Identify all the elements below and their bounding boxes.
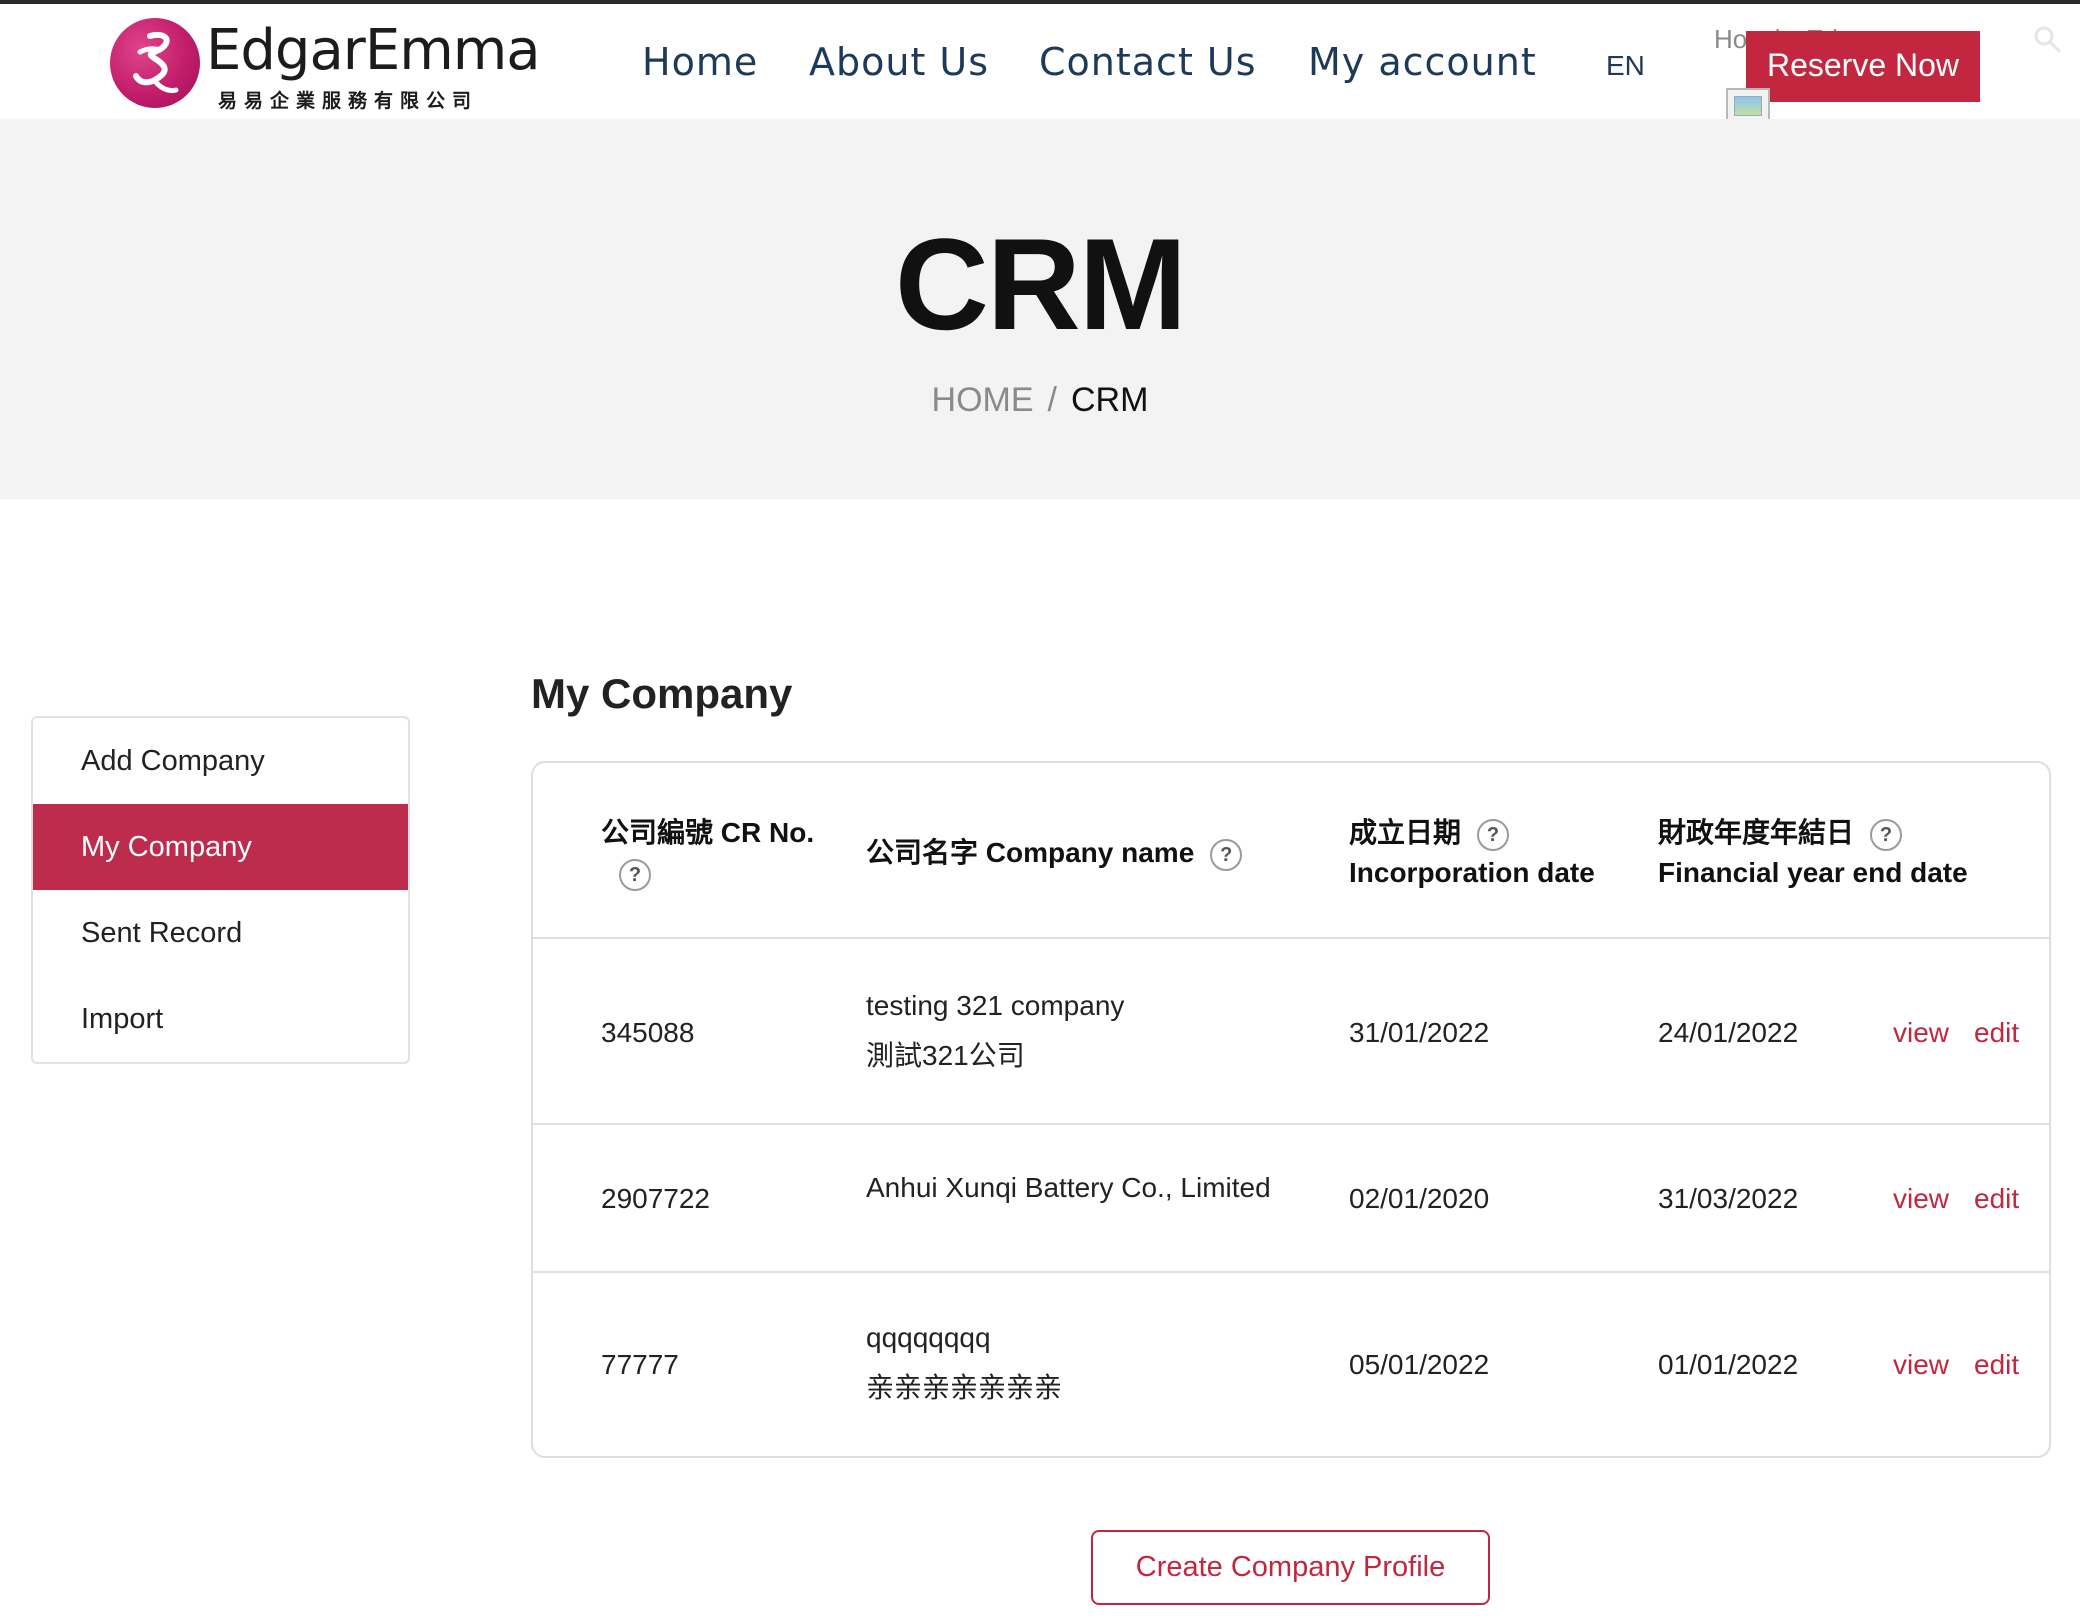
cell-incorporation-date: 02/01/2020 [1349,1183,1490,1214]
cell-company-name: testing 321 company 測試321公司 [866,981,1124,1081]
sidebar-item-import[interactable]: Import [33,976,408,1062]
cell-cr-no: 2907722 [601,1183,711,1214]
cell-company-name: Anhui Xunqi Battery Co., Limited [866,1163,1271,1213]
edit-link[interactable]: edit [1974,1183,2019,1215]
edit-link[interactable]: edit [1974,1349,2019,1381]
company-table: 公司編號 CR No. ? 公司名字 Company name? 成立日期? I… [531,761,2051,1458]
help-icon[interactable]: ? [1210,838,1243,871]
view-link[interactable]: view [1893,1183,1949,1215]
nav-my-account[interactable]: My account [1308,40,1537,84]
table-row: 77777 qqqqqqqq 亲亲亲亲亲亲亲 05/01/2022 01/01/… [533,1273,2049,1456]
language-switcher[interactable]: EN [1606,50,1645,82]
help-icon[interactable]: ? [1870,818,1903,851]
company-name-en: Anhui Xunqi Battery Co., Limited [866,1172,1271,1203]
cell-financial-year-end: 01/01/2022 [1658,1349,1799,1380]
table-row: 2907722 Anhui Xunqi Battery Co., Limited… [533,1125,2049,1273]
sidebar-item-my-company[interactable]: My Company [33,804,408,890]
sidebar-item-add-company[interactable]: Add Company [33,718,408,804]
page-title: CRM [894,211,1187,357]
breadcrumb-home[interactable]: HOME [932,381,1034,419]
help-icon[interactable]: ? [1477,818,1510,851]
cell-incorporation-date: 31/01/2022 [1349,1017,1490,1048]
nav-home[interactable]: Home [642,40,758,84]
create-company-profile-button[interactable]: Create Company Profile [1091,1530,1490,1605]
company-name-en: qqqqqqqq [866,1322,991,1353]
cell-company-name: qqqqqqqq 亲亲亲亲亲亲亲 [866,1313,1062,1413]
cell-cr-no: 77777 [601,1349,679,1380]
breadcrumb-separator: / [1047,381,1057,419]
cell-cr-no: 345088 [601,1017,695,1048]
reserve-now-button[interactable]: Reserve Now [1746,31,1980,102]
sidebar-item-sent-record[interactable]: Sent Record [33,890,408,976]
company-name-zh: 亲亲亲亲亲亲亲 [866,1372,1063,1403]
brand-subtitle: 易易企業服務有限公司 [218,90,479,112]
cell-financial-year-end: 24/01/2022 [1658,1017,1799,1048]
company-name-zh: 測試321公司 [866,1040,1025,1071]
nav-contact-us[interactable]: Contact Us [1039,40,1257,84]
page-hero: CRM HOME / CRM [0,119,2080,499]
edit-link[interactable]: edit [1974,1017,2019,1049]
column-header-company-name: 公司名字 Company name? [866,833,1243,873]
table-header: 公司編號 CR No. ? 公司名字 Company name? 成立日期? I… [533,763,2049,939]
crm-sidebar: Add Company My Company Sent Record Impor… [31,716,410,1064]
section-title: My Company [531,670,793,717]
table-row: 345088 testing 321 company 測試321公司 31/01… [533,939,2049,1125]
column-header-cr-no: 公司編號 CR No. ? [601,813,814,893]
cell-incorporation-date: 05/01/2022 [1349,1349,1490,1380]
breadcrumb: HOME / CRM [0,381,2080,420]
column-header-financial-year-end: 財政年度年結日? Financial year end date [1658,817,1968,888]
column-header-incorporation-date: 成立日期? Incorporation date [1349,817,1595,888]
cell-financial-year-end: 31/03/2022 [1658,1183,1799,1214]
view-link[interactable]: view [1893,1349,1949,1381]
help-icon[interactable]: ? [619,858,651,891]
company-name-en: testing 321 company [866,990,1125,1021]
breadcrumb-current: CRM [1071,381,1149,419]
view-link[interactable]: view [1893,1017,1949,1049]
search-icon[interactable] [2032,24,2062,54]
nav-about-us[interactable]: About Us [809,40,989,84]
site-header: EdgarEmma 易易企業服務有限公司 Home About Us Conta… [0,4,2080,124]
